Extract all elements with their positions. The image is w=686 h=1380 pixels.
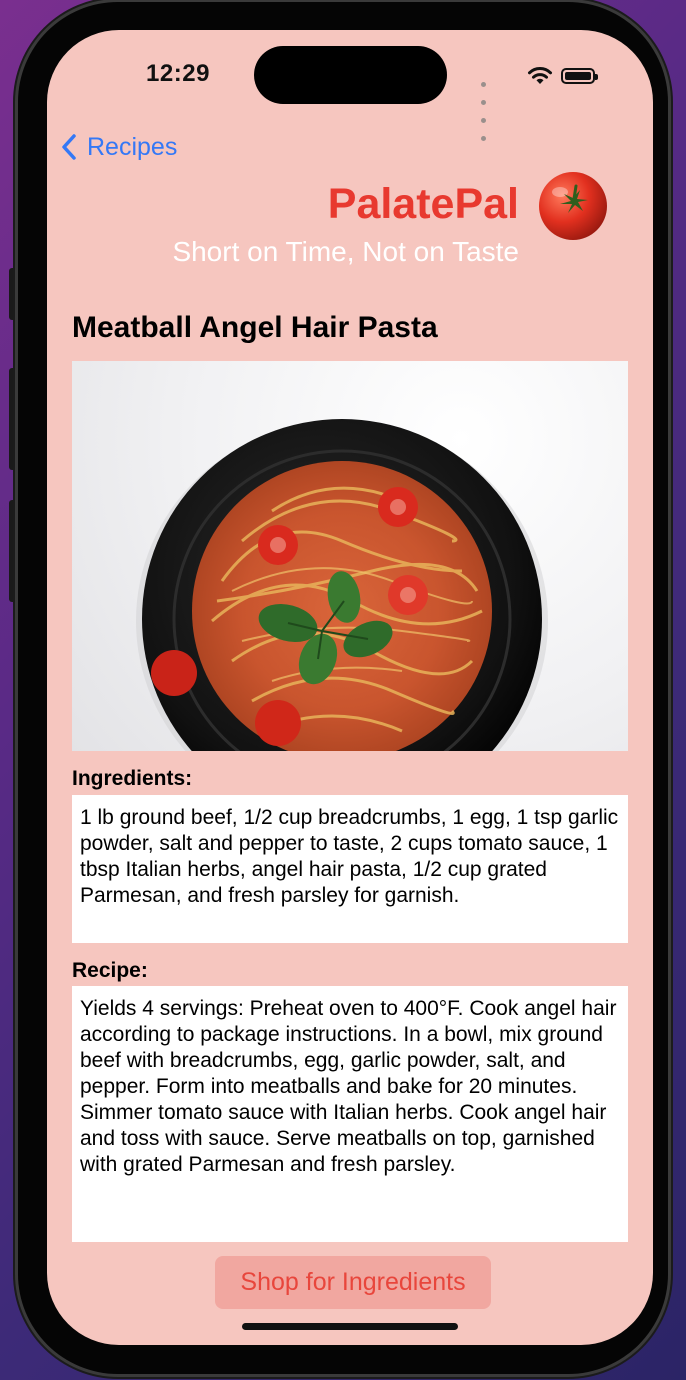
tomato-logo-icon [539, 172, 607, 240]
recipe-title: Meatball Angel Hair Pasta [72, 311, 438, 344]
wifi-icon [528, 67, 552, 84]
battery-icon [561, 68, 598, 84]
signal-icon [481, 74, 489, 146]
app-tagline: Short on Time, Not on Taste [172, 236, 519, 267]
status-time: 12:29 [146, 60, 210, 87]
recipe-instructions: Yields 4 servings: Preheat oven to 400°F… [72, 986, 628, 1242]
side-button-silent [9, 268, 17, 320]
phone-screen: 12:29 Recipes PalatePal Short on Time, N [47, 30, 653, 1345]
pasta-plate-image [136, 419, 548, 751]
side-button-volume-down [9, 500, 17, 602]
side-button-volume-up [9, 368, 17, 470]
back-button[interactable]: Recipes [61, 130, 177, 164]
shop-for-ingredients-button[interactable]: Shop for Ingredients [215, 1256, 491, 1309]
recipe-label: Recipe: [72, 959, 148, 982]
app-brand-title: PalatePal [327, 180, 519, 228]
chevron-left-icon [62, 134, 76, 160]
ingredients-label: Ingredients: [72, 767, 193, 790]
back-label: Recipes [87, 132, 178, 161]
dynamic-island [254, 46, 447, 104]
ingredients-text: 1 lb ground beef, 1/2 cup breadcrumbs, 1… [72, 795, 628, 943]
recipe-photo [72, 361, 628, 751]
home-indicator[interactable] [242, 1323, 458, 1330]
